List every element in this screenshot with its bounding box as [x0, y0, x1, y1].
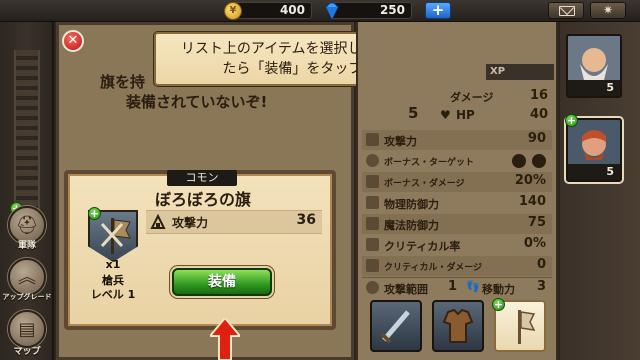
- eye-icon: [366, 281, 379, 294]
- stat-value: 140: [518, 194, 546, 209]
- chevron-up-icon: ︽: [18, 267, 36, 288]
- cavalry-target-icon: [512, 154, 526, 168]
- helmet-icon: ⛑: [15, 215, 39, 236]
- archer-target-icon: [532, 154, 546, 168]
- footsteps-icon: 👣: [466, 280, 480, 293]
- sidebar-item-upgrade[interactable]: ︽: [8, 258, 46, 296]
- hp-label: HP: [456, 108, 475, 122]
- sidebar-decoration: [14, 50, 40, 220]
- xp-bar: XP: [486, 64, 554, 80]
- stat-row-range-move: 攻撃範囲 1 👣 移動力 3: [362, 278, 552, 298]
- stat-row-magic-defense: 魔法防御力 75: [362, 214, 552, 234]
- stat-label: 魔法防御力: [384, 219, 439, 232]
- sword-icon: [380, 310, 410, 344]
- move-value: 3: [536, 279, 546, 294]
- gold-counter: 400: [230, 2, 312, 19]
- move-label: 移動力: [482, 283, 515, 296]
- gem-counter: 250: [330, 2, 412, 19]
- stat-label: クリティカル率: [384, 240, 461, 253]
- buy-gems-button[interactable]: +: [425, 2, 451, 19]
- unit-info: 槍兵 レベル 1: [78, 274, 148, 302]
- stat-row-crit-damage: クリティカル・ダメージ 0: [362, 256, 552, 276]
- rarity-badge: コモン: [167, 170, 237, 186]
- banner-slot-badge: +: [492, 298, 505, 311]
- sidebar-item-label: 軍隊: [17, 241, 36, 251]
- stat-label: 攻撃力: [384, 135, 417, 148]
- mail-icon: [559, 6, 575, 16]
- item-stat-value: 36: [296, 212, 316, 228]
- equip-button[interactable]: 装備: [172, 268, 272, 296]
- stat-value: 90: [527, 131, 546, 146]
- gem-icon: [325, 2, 339, 21]
- stat-label: ボーナス・ターゲット: [384, 158, 475, 168]
- mail-button[interactable]: [548, 2, 584, 19]
- stat-value: 20%: [514, 173, 546, 188]
- heart-icon: ♥: [440, 108, 451, 122]
- sidebar-item-map[interactable]: ▤: [8, 310, 46, 348]
- range-label: 攻撃範囲: [384, 283, 428, 296]
- stat-label: ボーナス・ダメージ: [384, 179, 465, 189]
- hp-value: 40: [530, 107, 549, 122]
- new-item-badge: +: [88, 207, 101, 220]
- crit-damage-icon: [366, 259, 379, 272]
- coin-icon: ¥: [224, 2, 242, 20]
- tutorial-arrow-icon: [210, 318, 240, 360]
- stat-value: 75: [527, 215, 546, 230]
- settings-button[interactable]: ✷: [590, 2, 626, 19]
- map-icon: ▤: [18, 319, 36, 340]
- hero-notification-badge: +: [565, 114, 578, 127]
- unit-name: 槍兵: [102, 274, 124, 287]
- top-bar: [0, 0, 640, 22]
- warning-line-2: 装備されていないぞ!: [126, 93, 268, 111]
- banner-icon: [518, 310, 536, 344]
- hero-level: 5: [568, 80, 620, 96]
- armor-slot[interactable]: [432, 300, 484, 352]
- stat-row-crit-rate: クリティカル率 0%: [362, 235, 552, 255]
- target-icon: [366, 154, 379, 167]
- sidebar-item-label: アップグレード: [2, 293, 52, 301]
- gear-icon: ✷: [602, 3, 614, 17]
- item-stat-label: 攻撃力: [172, 216, 209, 230]
- item-quantity: x1: [105, 258, 121, 271]
- magic-shield-icon: [366, 217, 379, 230]
- stat-row-attack: 攻撃力 90: [362, 130, 552, 150]
- burst-icon: [366, 175, 379, 188]
- stat-row-physical-defense: 物理防御力 140: [362, 193, 552, 213]
- hero-card-selected[interactable]: 5: [566, 118, 622, 182]
- attack-icon: [150, 214, 166, 229]
- crit-icon: [366, 238, 379, 251]
- stat-label: クリティカル・ダメージ: [384, 263, 483, 273]
- range-value: 1: [448, 279, 458, 294]
- stat-value: 0: [536, 257, 546, 272]
- sidebar-item-label: マップ: [13, 347, 41, 357]
- stat-row-bonus-target: ボーナス・ターゲット: [362, 151, 552, 171]
- armor-icon: [442, 308, 474, 343]
- item-name: ぼろぼろの旗: [154, 190, 251, 209]
- stat-row-bonus-damage: ボーナス・ダメージ 20%: [362, 172, 552, 192]
- close-button[interactable]: ✕: [62, 30, 84, 52]
- damage-label: ダメージ: [450, 91, 494, 104]
- stat-label: 物理防御力: [384, 198, 439, 211]
- hero-card[interactable]: 5: [566, 34, 622, 98]
- damage-value: 16: [530, 88, 549, 103]
- hero-level: 5: [568, 164, 620, 180]
- stat-value: 0%: [523, 236, 546, 251]
- weapon-slot[interactable]: [370, 300, 422, 352]
- unit-level: レベル 1: [90, 288, 136, 301]
- shield-icon: [366, 196, 379, 209]
- close-icon: ✕: [67, 33, 79, 48]
- unit-level-value: 5: [408, 104, 419, 122]
- sword-icon: [366, 133, 379, 146]
